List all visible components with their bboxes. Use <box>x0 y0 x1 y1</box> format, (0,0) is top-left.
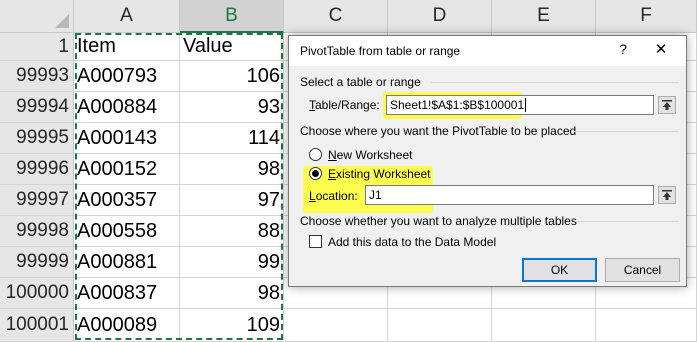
item-cell[interactable]: A000357 <box>74 185 180 216</box>
value-cell[interactable]: 99 <box>180 247 284 278</box>
divider <box>575 221 679 222</box>
dialog-title-bar: PivotTable from table or range ? ✕ <box>289 36 686 66</box>
empty-cell-d[interactable] <box>388 309 492 342</box>
divider <box>573 131 679 132</box>
select-all-triangle-icon <box>55 14 69 28</box>
location-value: J1 <box>369 188 382 202</box>
select-range-heading: Select a table or range <box>300 75 421 89</box>
value-header-cell[interactable]: Value <box>180 33 284 61</box>
value-cell[interactable]: 109 <box>180 309 284 342</box>
divider <box>431 82 679 83</box>
existing-worksheet-label[interactable]: Existing Worksheet <box>328 167 431 181</box>
item-cell[interactable]: A000793 <box>74 61 180 92</box>
dialog-title: PivotTable from table or range <box>300 44 461 58</box>
value-cell[interactable]: 106 <box>180 61 284 92</box>
item-cell[interactable]: A000884 <box>74 92 180 123</box>
value-cell[interactable]: 114 <box>180 123 284 154</box>
row-header[interactable]: 99996 <box>0 154 74 185</box>
collapse-dialog-icon <box>662 100 672 110</box>
column-header-d[interactable]: D <box>388 0 492 33</box>
item-cell[interactable]: A000143 <box>74 123 180 154</box>
close-button[interactable]: ✕ <box>651 40 671 60</box>
value-cell[interactable]: 88 <box>180 216 284 247</box>
row-header[interactable]: 99995 <box>0 123 74 154</box>
row-header[interactable]: 99993 <box>0 61 74 92</box>
ok-button[interactable]: OK <box>522 258 597 282</box>
empty-cell-c[interactable] <box>284 309 388 342</box>
item-cell[interactable]: A000152 <box>74 154 180 185</box>
column-header-b[interactable]: B <box>180 0 284 33</box>
row-header[interactable]: 99994 <box>0 92 74 123</box>
cancel-button[interactable]: Cancel <box>605 258 680 282</box>
column-header-f[interactable]: F <box>596 0 697 33</box>
multiple-tables-heading: Choose whether you want to analyze multi… <box>300 214 577 228</box>
select-all-corner[interactable] <box>0 0 74 33</box>
table-range-label: Table/Range: <box>309 98 380 112</box>
column-header-e[interactable]: E <box>492 0 596 33</box>
row-header[interactable]: 99997 <box>0 185 74 216</box>
value-cell[interactable]: 98 <box>180 278 284 309</box>
item-cell[interactable]: A000837 <box>74 278 180 309</box>
row-header[interactable]: 99998 <box>0 216 74 247</box>
value-cell[interactable]: 98 <box>180 154 284 185</box>
empty-cell-f[interactable] <box>596 309 697 342</box>
value-cell[interactable]: 97 <box>180 185 284 216</box>
item-cell[interactable]: A000089 <box>74 309 180 342</box>
text-caret <box>525 98 527 112</box>
range-picker-button[interactable] <box>658 96 676 114</box>
column-header-a[interactable]: A <box>74 0 180 33</box>
row-header[interactable]: 100000 <box>0 278 74 309</box>
existing-worksheet-radio[interactable] <box>309 167 322 180</box>
location-label: Location: <box>309 189 358 203</box>
row-header[interactable]: 1 <box>0 33 74 61</box>
value-cell[interactable]: 93 <box>180 92 284 123</box>
item-cell[interactable]: A000881 <box>74 247 180 278</box>
table-range-input[interactable]: Sheet1!$A$1:$B$100001 <box>386 95 654 115</box>
new-worksheet-label[interactable]: New Worksheet <box>328 148 412 162</box>
item-header-cell[interactable]: Item <box>74 33 180 61</box>
empty-cell-e[interactable] <box>492 309 596 342</box>
data-model-label[interactable]: Add this data to the Data Model <box>328 235 496 249</box>
location-input[interactable]: J1 <box>365 185 654 205</box>
location-picker-button[interactable] <box>658 186 676 204</box>
row-header[interactable]: 99999 <box>0 247 74 278</box>
data-model-checkbox[interactable] <box>309 235 322 248</box>
collapse-dialog-icon <box>662 190 672 200</box>
table-range-value: Sheet1!$A$1:$B$100001 <box>390 98 525 112</box>
row-header[interactable]: 100001 <box>0 309 74 342</box>
item-cell[interactable]: A000558 <box>74 216 180 247</box>
help-button[interactable]: ? <box>614 41 632 59</box>
placement-heading: Choose where you want the PivotTable to … <box>300 124 577 138</box>
new-worksheet-radio[interactable] <box>309 148 322 161</box>
column-header-c[interactable]: C <box>284 0 388 33</box>
pivottable-dialog: PivotTable from table or range ? ✕ Selec… <box>288 35 687 287</box>
